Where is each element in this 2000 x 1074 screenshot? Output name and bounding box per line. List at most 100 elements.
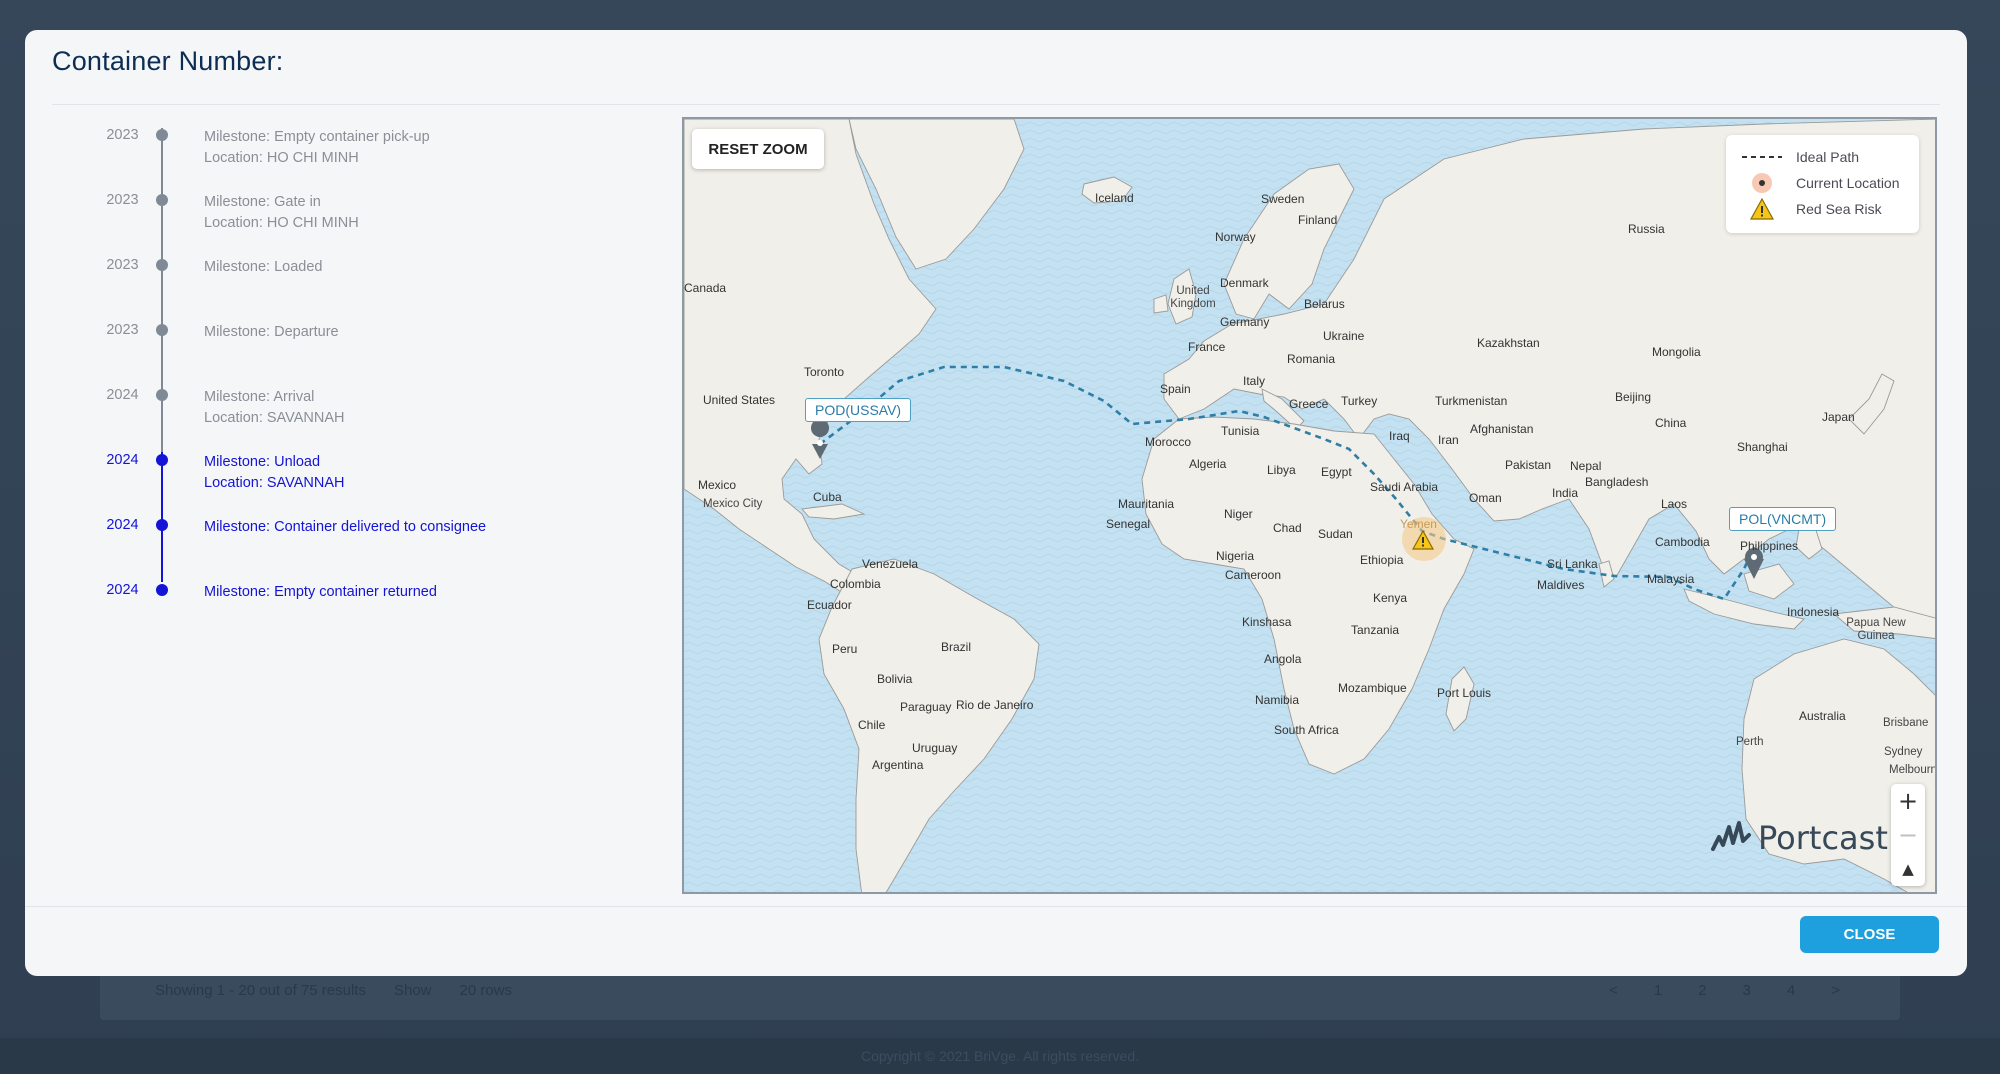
place-label: Italy <box>1243 374 1266 388</box>
place-label: Egypt <box>1321 465 1352 479</box>
milestone-timeline: 2023 Milestone: Empty container pick-up … <box>25 104 685 904</box>
place-label: Finland <box>1298 213 1338 227</box>
place-label: Canada <box>684 281 727 295</box>
timeline-item: 2024 Milestone: Arrival Location: SAVANN… <box>25 375 685 435</box>
place-label: Indonesia <box>1787 605 1840 619</box>
place-label: Cameroon <box>1225 568 1282 582</box>
milestone-dot <box>156 584 168 596</box>
place-label: Toronto <box>804 365 845 379</box>
pager-pages: < 1 2 3 4 > <box>1609 982 1840 999</box>
milestone-dot <box>156 194 168 206</box>
place-label: Ukraine <box>1323 329 1365 343</box>
legend-label: Ideal Path <box>1796 149 1860 165</box>
red-sea-risk-warning-icon[interactable] <box>1411 529 1435 550</box>
place-label: Mozambique <box>1338 681 1407 695</box>
place-label: Mongolia <box>1652 345 1701 359</box>
place-label: Morocco <box>1145 435 1192 449</box>
route-map[interactable]: Iceland Sweden Finland Norway Russia Can… <box>682 117 1937 894</box>
container-tracking-modal: Container Number: 2023 Milestone: Empty … <box>25 30 1967 976</box>
milestone-details: Milestone: Unload Location: SAVANNAH <box>204 452 345 494</box>
reset-zoom-button[interactable]: RESET ZOOM <box>692 129 824 169</box>
place-label: Norway <box>1215 230 1256 244</box>
place-label: Kazakhstan <box>1477 336 1540 350</box>
risk-area-label: Yemen <box>1400 517 1437 531</box>
milestone-details: Milestone: Loaded <box>204 257 323 278</box>
place-label: Saudi Arabia <box>1370 480 1439 494</box>
place-label: Mauritania <box>1118 497 1175 511</box>
close-button[interactable]: CLOSE <box>1800 916 1939 953</box>
zoom-out-button[interactable]: − <box>1891 818 1925 852</box>
timeline-item: 2024 Milestone: Container delivered to c… <box>25 505 685 565</box>
place-label: Ecuador <box>807 598 852 612</box>
pager-page: 3 <box>1742 982 1751 999</box>
timeline-item: 2023 Milestone: Loaded <box>25 245 685 305</box>
milestone-year: 2024 <box>106 582 139 598</box>
place-label: Bolivia <box>877 672 913 686</box>
place-label: Japan <box>1822 410 1855 424</box>
place-label: Turkey <box>1341 394 1378 408</box>
place-label: Iceland <box>1095 191 1134 205</box>
place-label: Namibia <box>1255 693 1300 707</box>
place-label: China <box>1655 416 1687 430</box>
compass-reset-button[interactable]: ▲ <box>1891 852 1925 886</box>
place-label: Nigeria <box>1216 549 1255 563</box>
pager-next: > <box>1831 982 1840 999</box>
place-label: Laos <box>1661 497 1688 511</box>
milestone-year: 2023 <box>106 192 139 208</box>
milestone-year: 2023 <box>106 322 139 338</box>
brand-name: Portcast <box>1758 819 1888 857</box>
place-label: Colombia <box>830 577 881 591</box>
place-label: Greece <box>1289 397 1329 411</box>
place-label: Mexico <box>698 478 737 492</box>
milestone-name: Milestone: Empty container returned <box>204 584 437 600</box>
milestone-location: Location: HO CHI MINH <box>204 150 359 166</box>
milestone-location: Location: SAVANNAH <box>204 475 345 491</box>
place-label: Shanghai <box>1737 440 1788 454</box>
current-location-icon <box>1740 172 1784 194</box>
place-label: Bangladesh <box>1585 475 1649 489</box>
milestone-dot <box>156 129 168 141</box>
place-label: Niger <box>1224 507 1253 521</box>
place-label: United States <box>703 393 776 407</box>
pager-page: 2 <box>1698 982 1707 999</box>
place-label: Angola <box>1264 652 1302 666</box>
place-label: Sri Lanka <box>1547 557 1598 571</box>
milestone-year: 2023 <box>106 127 139 143</box>
place-label: Germany <box>1220 315 1270 329</box>
place-label: Belarus <box>1304 297 1345 311</box>
milestone-dot <box>156 519 168 531</box>
place-label: Malaysia <box>1647 572 1695 586</box>
place-label: Pakistan <box>1505 458 1552 472</box>
place-label: Uruguay <box>912 741 958 755</box>
milestone-dot <box>156 389 168 401</box>
milestone-year: 2024 <box>106 387 139 403</box>
place-label: Oman <box>1469 491 1502 505</box>
place-label: Turkmenistan <box>1435 394 1508 408</box>
place-label: Iraq <box>1389 429 1410 443</box>
place-label: Tunisia <box>1221 424 1260 438</box>
milestone-name: Milestone: Departure <box>204 324 339 340</box>
place-label: Cambodia <box>1655 535 1710 549</box>
legend-label: Red Sea Risk <box>1796 201 1882 217</box>
pager-summary: Showing 1 - 20 out of 75 results <box>155 981 366 999</box>
milestone-details: Milestone: Container delivered to consig… <box>204 517 486 538</box>
modal-title: Container Number: <box>52 46 284 76</box>
place-label: Paraguay <box>900 700 952 714</box>
milestone-name: Milestone: Gate in <box>204 194 321 210</box>
legend-item-red-sea-risk: Red Sea Risk <box>1726 197 1919 220</box>
place-label: Kinshasa <box>1242 615 1292 629</box>
place-label: Romania <box>1287 352 1336 366</box>
pager-show-label: Show <box>393 981 432 999</box>
legend-item-ideal-path: Ideal Path <box>1726 146 1919 168</box>
warning-icon <box>1740 197 1784 220</box>
zoom-in-button[interactable]: + <box>1891 784 1925 818</box>
legend-item-current-location: Current Location <box>1726 172 1919 194</box>
place-label: South Africa <box>1274 723 1339 737</box>
pol-port-label[interactable]: POL(VNCMT) <box>1729 507 1837 531</box>
place-label: Venezuela <box>862 557 919 571</box>
pod-port-label[interactable]: POD(USSAV) <box>805 398 912 422</box>
place-label: Rio de Janeiro <box>956 698 1034 712</box>
pager-page: 1 <box>1653 982 1663 999</box>
zoom-controls: + − ▲ <box>1891 784 1925 886</box>
place-label: Nepal <box>1570 459 1602 473</box>
